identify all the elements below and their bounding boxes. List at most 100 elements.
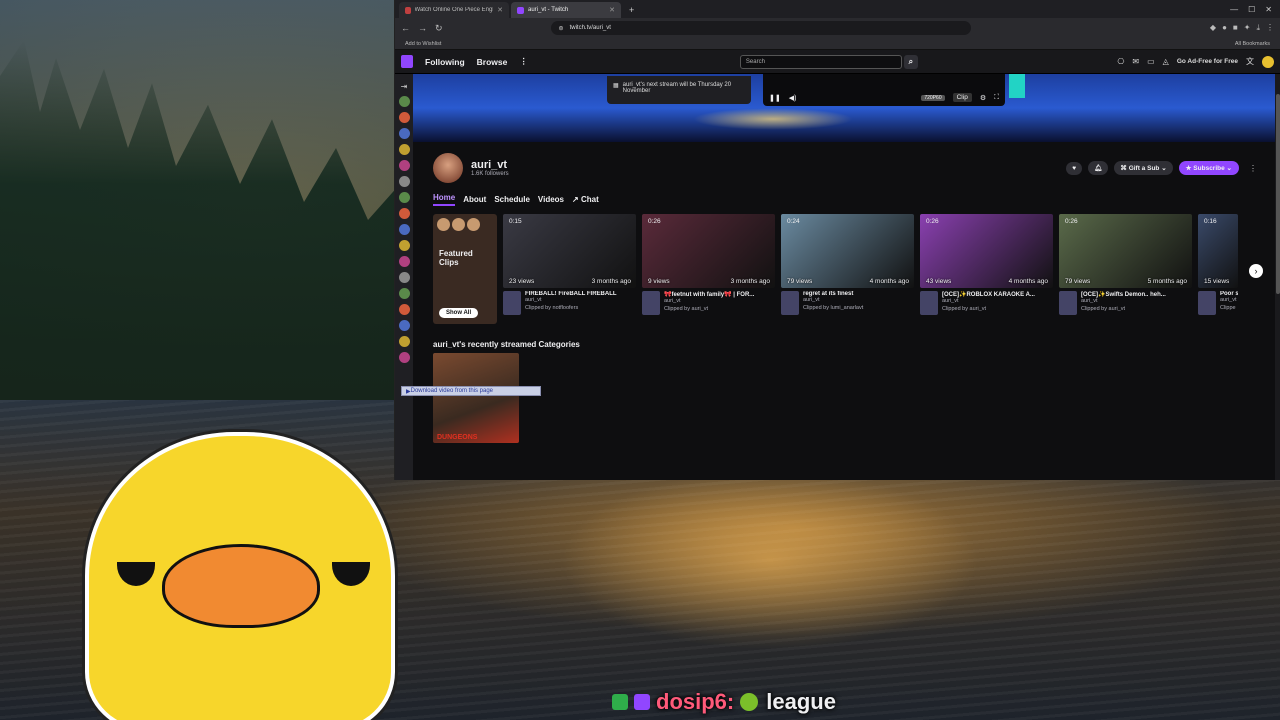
twitch-logo-icon[interactable] [401,55,413,68]
followed-channel-avatar[interactable] [398,336,410,347]
back-arrow-icon[interactable]: ← [401,23,410,33]
browser-tab-twitch[interactable]: auri_vt - Twitch ✕ [511,2,621,18]
more-menu-icon[interactable]: ⋮ [519,56,528,67]
tab-home[interactable]: Home [433,193,456,206]
browser-tab-onepiece[interactable]: Watch Online One Piece English Dub ✕ [399,2,509,18]
reload-icon[interactable]: ↻ [435,23,443,34]
clip-avatar[interactable] [642,291,660,315]
clip-card[interactable]: 0:26 79 views 5 months ago [OCE]✨Swifts … [1059,214,1192,324]
download-video-bar[interactable]: ▶ Download video from this page [401,386,541,396]
clip-channel[interactable]: auri_vt [1081,298,1185,306]
clip-thumbnail[interactable]: 0:26 79 views 5 months ago [1059,214,1192,288]
more-options-icon[interactable]: ⋮ [1245,164,1261,173]
scrollbar[interactable] [1275,74,1280,480]
maximize-icon[interactable]: ☐ [1248,5,1255,14]
search-input[interactable]: Search [739,54,902,69]
new-tab-plus-icon[interactable]: + [623,2,640,18]
clip-thumbnail[interactable]: 0:26 9 views 3 months ago [642,214,775,288]
follow-heart-icon[interactable]: ♥ [1066,161,1083,175]
next-arrow-icon[interactable]: › [1249,264,1263,278]
close-window-icon[interactable]: ✕ [1265,5,1272,14]
mini-player[interactable]: ❚❚ ◀) 720P60 Clip ⚙ ⛶ [763,74,1005,106]
extension-icon[interactable]: ◆ [1210,23,1216,33]
clip-avatar[interactable] [1198,291,1216,315]
followed-channel-avatar[interactable] [398,352,410,363]
followed-channel-avatar[interactable] [398,160,410,171]
clip-channel[interactable]: auri_vt [1220,297,1238,305]
clip-card[interactable]: 0:16 15 views Poor s auri_vt Clippe [1198,214,1238,324]
scrollbar-thumb[interactable] [1276,94,1280,294]
clip-title[interactable]: [OCE]✨ROBLOX KARAOKE A... [942,291,1046,298]
inbox-icon[interactable]: ✉ [1132,57,1139,66]
clip-thumbnail[interactable]: 0:15 23 views 3 months ago [503,214,636,288]
notification-bell-icon[interactable]: 🔔︎ [1088,161,1109,175]
clip-thumbnail[interactable]: 0:26 43 views 4 months ago [920,214,1053,288]
clip-thumbnail[interactable]: 0:24 79 views 4 months ago [781,214,914,288]
clip-avatar[interactable] [920,291,938,315]
site-info-icon[interactable]: ⊜ [559,25,564,32]
category-card[interactable]: DUNGEONS [433,353,519,443]
following-link[interactable]: Following [425,57,465,67]
pause-icon[interactable]: ❚❚ [769,94,781,102]
notifications-icon[interactable]: ◬ [1163,57,1169,66]
channel-avatar[interactable] [433,153,463,183]
user-avatar[interactable] [1262,55,1274,68]
clip-channel[interactable]: auri_vt [942,298,1046,306]
clip-card[interactable]: 0:26 9 views 3 months ago 🎀feetnut with … [642,214,775,324]
expand-arrow-icon[interactable]: ⇥ [401,82,408,91]
followed-channel-avatar[interactable] [398,112,410,123]
close-icon[interactable]: ✕ [609,6,615,14]
clip-channel[interactable]: auri_vt [803,297,907,305]
extension-icon[interactable]: ■ [1233,23,1238,33]
clip-card[interactable]: 0:26 43 views 4 months ago [OCE]✨ROBLOX … [920,214,1053,324]
menu-icon[interactable]: ⋮ [1266,23,1274,33]
tab-schedule[interactable]: Schedule [494,195,530,204]
gift-sub-button[interactable]: ⌘ Gift a Sub ⌄ [1114,161,1173,175]
clip-channel[interactable]: auri_vt [664,298,768,306]
clip-title[interactable]: [OCE]✨Swifts Demon.. heh... [1081,291,1185,298]
fullscreen-icon[interactable]: ⛶ [994,94,999,102]
clip-avatar[interactable] [503,291,521,315]
forward-arrow-icon[interactable]: → [418,23,427,33]
clip-avatar[interactable] [1059,291,1077,315]
followed-channel-avatar[interactable] [398,144,410,155]
extension-icon[interactable]: ● [1222,23,1227,33]
minimize-icon[interactable]: — [1230,5,1238,14]
translate-icon[interactable]: 文 [1246,56,1254,67]
clip-title[interactable]: 🎀feetnut with family🎀 | FOR... [664,291,768,298]
bookmark-wishlist[interactable]: Add to Wishlist [405,41,441,47]
close-icon[interactable]: ✕ [497,6,503,14]
search-icon[interactable]: ⌕ [903,54,918,69]
channel-name[interactable]: auri_vt [471,159,509,171]
followed-channel-avatar[interactable] [398,224,410,235]
followed-channel-avatar[interactable] [398,320,410,331]
followed-channel-avatar[interactable] [398,240,410,251]
download-icon[interactable]: ⤓ [1256,23,1260,33]
subscribe-button[interactable]: ★ Subscribe ⌄ [1178,161,1239,175]
prime-loot-icon[interactable]: ⎔ [1117,57,1124,66]
followed-channel-avatar[interactable] [398,96,410,107]
followed-channel-avatar[interactable] [398,128,410,139]
settings-gear-icon[interactable]: ⚙ [980,94,986,102]
puzzle-icon[interactable]: ✦ [1244,23,1251,33]
clip-channel[interactable]: auri_vt [525,297,629,305]
show-all-button[interactable]: Show All [439,308,479,318]
volume-icon[interactable]: ◀) [789,94,797,102]
clip-button[interactable]: Clip [952,93,972,102]
clip-avatar[interactable] [781,291,799,315]
followed-channel-avatar[interactable] [398,256,410,267]
ad-free-button[interactable]: Go Ad-Free for Free [1177,58,1238,65]
tab-videos[interactable]: Videos [538,195,564,204]
browse-link[interactable]: Browse [477,57,508,67]
tab-chat[interactable]: ↗ Chat [572,195,599,204]
address-bar[interactable]: ⊜ twitch.tv/auri_vt [550,21,971,35]
tab-about[interactable]: About [463,195,486,204]
followed-channel-avatar[interactable] [398,272,410,283]
clip-thumbnail[interactable]: 0:16 15 views [1198,214,1238,288]
clip-card[interactable]: 0:24 79 views 4 months ago regret at its… [781,214,914,324]
followed-channel-avatar[interactable] [398,192,410,203]
followed-channel-avatar[interactable] [398,304,410,315]
all-bookmarks-button[interactable]: All Bookmarks [1235,41,1270,47]
followed-channel-avatar[interactable] [398,176,410,187]
whispers-icon[interactable]: ▭ [1147,57,1155,66]
